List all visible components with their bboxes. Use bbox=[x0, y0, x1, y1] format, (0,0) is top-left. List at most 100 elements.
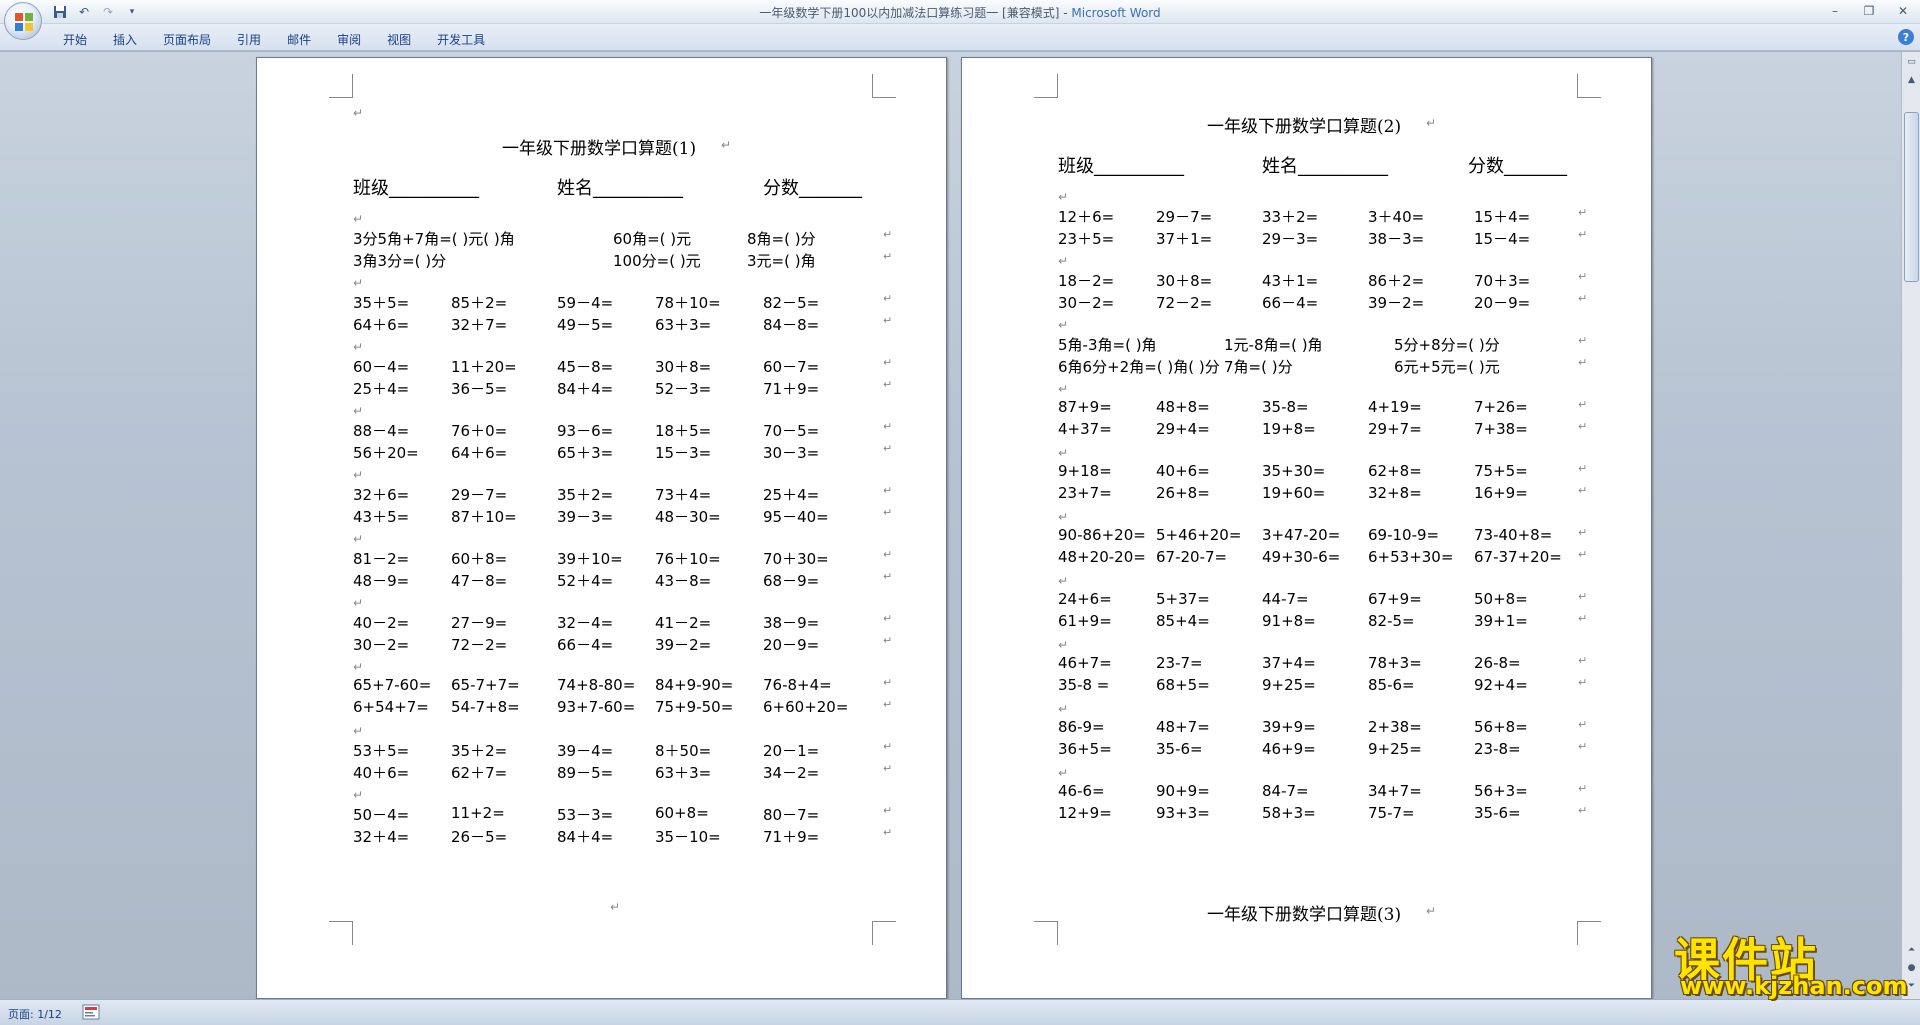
math-problem: 64＋6= bbox=[451, 444, 508, 462]
paragraph-mark: ↵ bbox=[1578, 484, 1588, 497]
math-problem: 49－5= bbox=[557, 316, 614, 334]
math-problem: 84+9-90= bbox=[655, 676, 734, 694]
paragraph-mark: ↵ bbox=[353, 212, 364, 226]
math-problem: 85+4= bbox=[1156, 612, 1210, 630]
exercise-line: 86-9= 48+7= 39+9= 2+38= 56+8= ↵ bbox=[1058, 718, 1598, 740]
close-icon[interactable]: ✕ bbox=[1892, 2, 1914, 20]
math-problem: 74+8-80= bbox=[557, 676, 636, 694]
math-problem: 9+25= bbox=[1368, 740, 1422, 758]
math-problem: 7角=( )分 bbox=[1224, 358, 1293, 376]
math-problem: 60角=( )元 bbox=[613, 230, 692, 248]
exercise-line: 65+7-60= 65-7+7= 74+8-80= 84+9-90= 76-8+4= ↵ bbox=[353, 676, 893, 698]
math-problem: 25＋4= bbox=[763, 486, 820, 504]
math-problem: 64＋6= bbox=[353, 316, 410, 334]
name-field[interactable]: 姓名__________ bbox=[1262, 152, 1388, 178]
exercise-line: 88－4= 76＋0= 93－6= 18＋5= 70－5= ↵ bbox=[353, 420, 893, 442]
paragraph-mark: ↵ bbox=[1578, 676, 1588, 689]
paragraph-mark: ↵ bbox=[1426, 116, 1437, 130]
exercise-line: 64＋6= 32＋7= 49－5= 63＋3= 84－8= ↵ bbox=[353, 314, 893, 336]
math-problem: 15－4= bbox=[1474, 230, 1531, 248]
math-problem: 9+18= bbox=[1058, 462, 1112, 480]
math-problem: 4+19= bbox=[1368, 398, 1422, 416]
math-problem: 32－4= bbox=[557, 614, 614, 632]
proofing-icon[interactable] bbox=[82, 1004, 100, 1020]
ruler-toggle-icon[interactable]: ▭ bbox=[1903, 54, 1920, 70]
document-page-2[interactable]: 一年级下册数学口算题(2) ↵ 班级__________ 姓名_________… bbox=[961, 57, 1652, 999]
help-icon[interactable]: ? bbox=[1898, 29, 1914, 45]
math-problem: 36－5= bbox=[451, 380, 508, 398]
score-field[interactable]: 分数_______ bbox=[1468, 152, 1567, 178]
paragraph-mark: ↵ bbox=[1058, 638, 1069, 652]
math-problem: 84-7= bbox=[1262, 782, 1309, 800]
tab-insert[interactable]: 插入 bbox=[100, 29, 150, 50]
math-problem: 92+4= bbox=[1474, 676, 1528, 694]
math-problem: 32＋4= bbox=[353, 828, 410, 846]
math-problem: 67+9= bbox=[1368, 590, 1422, 608]
window-controls: – ❐ ✕ bbox=[1824, 2, 1914, 20]
page-number-status[interactable]: 页面: 1/12 bbox=[8, 1006, 62, 1022]
math-problem: 20－9= bbox=[763, 636, 820, 654]
tab-mailings[interactable]: 邮件 bbox=[274, 29, 324, 50]
office-button[interactable] bbox=[4, 2, 42, 40]
score-field[interactable]: 分数_______ bbox=[763, 174, 862, 200]
exercise-line: 23＋5= 37＋1= 29－3= 38－3= 15－4= ↵ bbox=[1058, 228, 1598, 250]
exercise-line: 48－9= 47－8= 52＋4= 43－8= 68－9= ↵ bbox=[353, 570, 893, 592]
document-page-1[interactable]: ↵ 一年级下册数学口算题(1) ↵ 班级__________ 姓名_______… bbox=[256, 57, 947, 999]
math-problem: 4+37= bbox=[1058, 420, 1112, 438]
math-problem: 12＋6= bbox=[1058, 208, 1115, 226]
math-problem: 65＋3= bbox=[557, 444, 614, 462]
tab-view[interactable]: 视图 bbox=[374, 29, 424, 50]
math-problem: 43－8= bbox=[655, 572, 712, 590]
math-problem: 40+6= bbox=[1156, 462, 1210, 480]
name-field[interactable]: 姓名__________ bbox=[557, 174, 683, 200]
margin-corner bbox=[329, 74, 353, 98]
math-problem: 34+7= bbox=[1368, 782, 1422, 800]
previous-page-icon[interactable]: ⏶ bbox=[1903, 942, 1920, 958]
math-problem: 56+8= bbox=[1474, 718, 1528, 736]
math-problem: 16+9= bbox=[1474, 484, 1528, 502]
vertical-scrollbar[interactable]: ▭ ▲ ⏶ ● ⏷ bbox=[1901, 52, 1920, 999]
watermark-url: www.kjzhan.com bbox=[1680, 972, 1908, 1000]
paragraph-mark: ↵ bbox=[883, 484, 893, 497]
math-problem: 63＋3= bbox=[655, 764, 712, 782]
paragraph-mark: ↵ bbox=[1426, 904, 1437, 918]
math-problem: 19+60= bbox=[1262, 484, 1326, 502]
math-problem: 67-37+20= bbox=[1474, 548, 1562, 566]
math-problem: 84＋4= bbox=[557, 380, 614, 398]
math-problem: 84－8= bbox=[763, 316, 820, 334]
document-workspace: ↵ 一年级下册数学口算题(1) ↵ 班级__________ 姓名_______… bbox=[0, 52, 1901, 999]
site-watermark: 课件站 www.kjzhan.com bbox=[1666, 924, 1908, 1004]
scroll-up-icon[interactable]: ▲ bbox=[1903, 72, 1920, 88]
math-problem: 26+8= bbox=[1156, 484, 1210, 502]
exercise-line: 60－4= 11＋20= 45－8= 30＋8= 60－7= ↵ bbox=[353, 356, 893, 378]
margin-corner bbox=[1577, 921, 1601, 945]
math-problem: 27－9= bbox=[451, 614, 508, 632]
margin-corner bbox=[1034, 74, 1058, 98]
math-problem: 85-6= bbox=[1368, 676, 1415, 694]
paragraph-mark: ↵ bbox=[1058, 254, 1069, 268]
paragraph-mark: ↵ bbox=[1578, 654, 1588, 667]
tab-developer[interactable]: 开发工具 bbox=[424, 29, 498, 50]
class-field[interactable]: 班级__________ bbox=[1058, 152, 1184, 178]
math-problem: 56+3= bbox=[1474, 782, 1528, 800]
exercise-line: 25＋4= 36－5= 84＋4= 52－3= 71＋9= ↵ bbox=[353, 378, 893, 400]
tab-home[interactable]: 开始 bbox=[50, 29, 100, 50]
restore-icon[interactable]: ❐ bbox=[1858, 2, 1880, 20]
paragraph-mark: ↵ bbox=[883, 804, 893, 817]
exercise-line: 3角3分=( )分 100分=( )元 3元=( )角 ↵ bbox=[353, 250, 893, 272]
math-problem: 8角=( )分 bbox=[747, 230, 816, 248]
paragraph-mark: ↵ bbox=[883, 548, 893, 561]
paragraph-mark: ↵ bbox=[1578, 804, 1588, 817]
exercise-line: 32＋4= 26－5= 84＋4= 35－10= 71＋9= ↵ bbox=[353, 826, 893, 848]
minimize-icon[interactable]: – bbox=[1824, 2, 1846, 20]
tab-references[interactable]: 引用 bbox=[224, 29, 274, 50]
tab-review[interactable]: 审阅 bbox=[324, 29, 374, 50]
scroll-thumb[interactable] bbox=[1904, 112, 1919, 282]
status-bar: 页面: 1/12 bbox=[0, 999, 1920, 1025]
class-field[interactable]: 班级__________ bbox=[353, 174, 479, 200]
math-problem: 70＋30= bbox=[763, 550, 829, 568]
math-problem: 7+38= bbox=[1474, 420, 1528, 438]
exercise-line: 50－4= 11+2= 53－3= 60+8= 80－7= ↵ bbox=[353, 804, 893, 826]
exercise-line: 5角-3角=( )角 1元-8角=( )角 5分+8分=( )分 ↵ bbox=[1058, 334, 1598, 356]
tab-page-layout[interactable]: 页面布局 bbox=[150, 29, 224, 50]
